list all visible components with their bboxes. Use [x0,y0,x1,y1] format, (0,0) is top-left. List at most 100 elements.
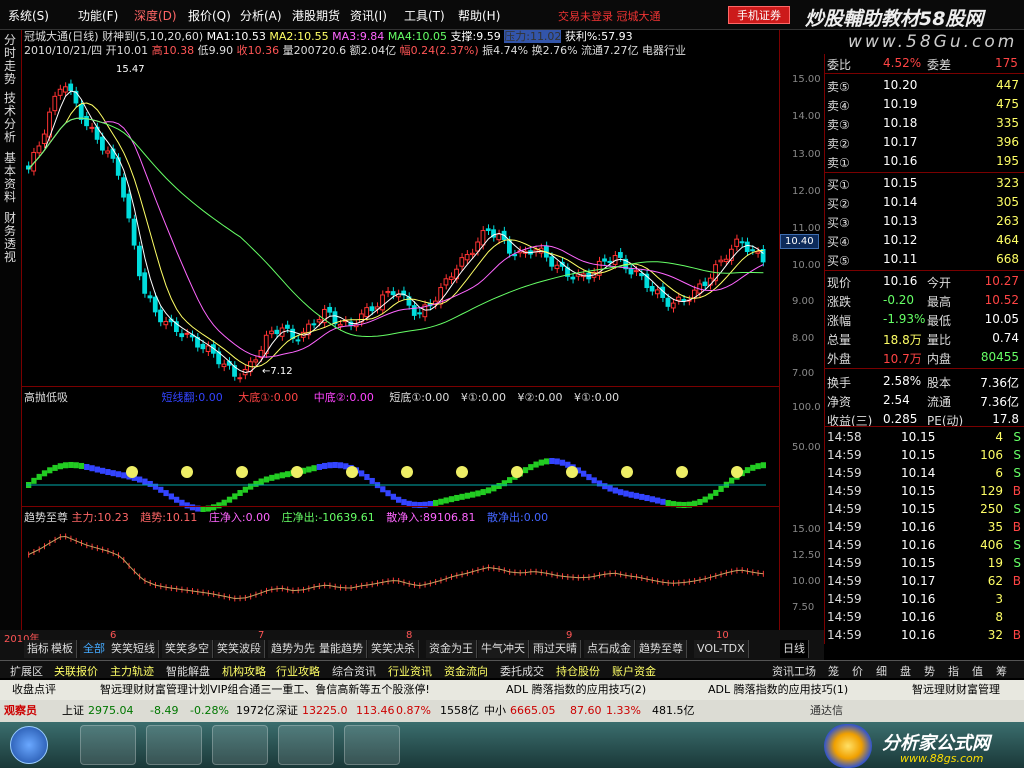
right-tab-7[interactable]: 值 [972,663,983,679]
bid-row[interactable]: 买④ 10.12 464 [827,231,1023,249]
nav-item-10[interactable]: 持仓股份 [556,663,600,679]
observer-role[interactable]: 观察员 [4,700,37,722]
stock-app-icon[interactable] [344,725,400,765]
tab-technical[interactable]: 技术分析 [4,92,18,144]
stat-label: 现价 [827,276,852,290]
ind1-bar [443,497,449,504]
tab-5[interactable]: 笑笑波段 [214,640,265,658]
tab-4[interactable]: 笑笑多空 [162,640,213,658]
divider [825,172,1024,173]
ask-row[interactable]: 卖③ 10.18 335 [827,114,1023,132]
tick: 100.0 [792,402,821,413]
tab-12[interactable]: 点石成金 [584,640,635,658]
sz-label: 深证 [276,704,298,717]
news-item[interactable]: ADL 腾落指数的应用技巧(1) [708,680,848,700]
folder-icon[interactable] [146,725,202,765]
tab-11[interactable]: 雨过天晴 [530,640,581,658]
tick-side: B [1012,484,1021,498]
start-button[interactable] [10,726,48,764]
right-tab-0[interactable]: 资讯工场 [772,663,816,679]
bid-row[interactable]: 买⑤ 10.11 668 [827,250,1023,268]
tab-intraday[interactable]: 分时走势 [4,34,18,86]
nav-item-6[interactable]: 综合资讯 [332,663,376,679]
high: 高10.38 [151,44,195,57]
tab-8[interactable]: 笑笑决杀 [368,640,419,658]
ask-row[interactable]: 卖④ 10.19 475 [827,95,1023,113]
nav-item-0[interactable]: 扩展区 [10,663,43,679]
nav-item-4[interactable]: 机构攻略 [222,663,266,679]
tab-6[interactable]: 趋势为先 [268,640,319,658]
nav-item-8[interactable]: 资金流向 [444,663,488,679]
bid-price: 10.13 [883,214,918,228]
media-icon[interactable] [212,725,268,765]
tab-15[interactable]: 日线 [780,640,809,658]
menu-hk-futures[interactable]: 港股期货 [292,7,340,24]
menu-quote[interactable]: 报价(Q) [188,7,231,24]
right-tab-5[interactable]: 势 [924,663,935,679]
login-status[interactable]: 交易未登录 冠城大通 [558,8,661,24]
tab-10[interactable]: 牛气冲天 [478,640,529,658]
zx-index: 6665.05 [510,704,556,717]
tab-7[interactable]: 量能趋势 [316,640,367,658]
ind1-bar [649,496,655,503]
right-tab-3[interactable]: 细 [876,663,887,679]
candle-body [443,278,449,286]
ind1-bar [337,462,344,469]
tab-financial[interactable]: 财务透视 [4,212,18,264]
candle-body [110,148,116,159]
window-icon[interactable] [278,725,334,765]
nav-item-9[interactable]: 委托成交 [500,663,544,679]
candle-body [200,343,206,350]
mobile-securities-button[interactable]: 手机证券 [728,6,790,24]
tab-2[interactable]: 全部 [80,640,109,658]
right-tab-4[interactable]: 盘 [900,663,911,679]
menu-info[interactable]: 资讯(I) [350,7,387,24]
menu-depth[interactable]: 深度(D) [134,7,177,24]
nav-item-5[interactable]: 行业攻略 [276,663,320,679]
news-item[interactable]: 智远理财财富管理计划VIP组合通三一重工、鲁信高新等五个股涨停! [100,680,430,700]
ask-row[interactable]: 卖① 10.16 195 [827,152,1023,170]
right-tab-6[interactable]: 指 [948,663,959,679]
news-item[interactable]: ADL 腾落指数的应用技巧(2) [506,680,646,700]
chart-area[interactable] [22,60,779,630]
menu-tools[interactable]: 工具(T) [404,7,445,24]
sh-pct: -0.28% [190,704,229,717]
menu-system[interactable]: 系统(S) [8,7,49,24]
tab-9[interactable]: 资金为王 [426,640,477,658]
zx-amount: 481.5亿 [652,704,695,717]
menu-help[interactable]: 帮助(H) [458,7,500,24]
bid-row[interactable]: 买③ 10.13 263 [827,212,1023,230]
nav-item-7[interactable]: 行业资讯 [388,663,432,679]
right-tab-8[interactable]: 筹 [996,663,1007,679]
tab-13[interactable]: 趋势至尊 [636,640,687,658]
ind1-bar [612,487,618,494]
news-item[interactable]: 收盘点评 [12,680,56,700]
ie-icon[interactable] [80,725,136,765]
news-item[interactable]: 智远理财财富管理 [912,680,1000,700]
menu-function[interactable]: 功能(F) [78,7,118,24]
nav-item-3[interactable]: 智能解盘 [166,663,210,679]
nav-item-2[interactable]: 主力轨迹 [110,663,154,679]
ind1-d: 短底①:0.00 [389,391,450,404]
bid-row[interactable]: 买② 10.14 305 [827,193,1023,211]
nav-item-11[interactable]: 账户资金 [612,663,656,679]
ask-row[interactable]: 卖⑤ 10.20 447 [827,76,1023,94]
tick-row: 14:58 10.15 4 S [827,428,1023,446]
right-tab-2[interactable]: 价 [852,663,863,679]
menu-analysis[interactable]: 分析(A) [240,7,282,24]
amount: 额2.04亿 [349,44,397,57]
bid-row[interactable]: 买① 10.15 323 [827,174,1023,192]
ask-row[interactable]: 卖② 10.17 396 [827,133,1023,151]
nav-item-1[interactable]: 关联报价 [54,663,98,679]
tab-basic-info[interactable]: 基本资料 [4,152,18,204]
tab-3[interactable]: 笑笑短线 [108,640,159,658]
right-tab-1[interactable]: 笼 [828,663,839,679]
tab-1[interactable]: 模板 [48,640,77,658]
tick-row: 14:59 10.16 35 B [827,518,1023,536]
candle-body [755,251,761,254]
tab-14[interactable]: VOL-TDX [694,640,749,658]
tick-volume: 6 [995,466,1003,480]
ind1-bar [401,499,407,506]
ind1-bar [760,462,766,469]
weicha-label: 委差 [927,58,952,72]
